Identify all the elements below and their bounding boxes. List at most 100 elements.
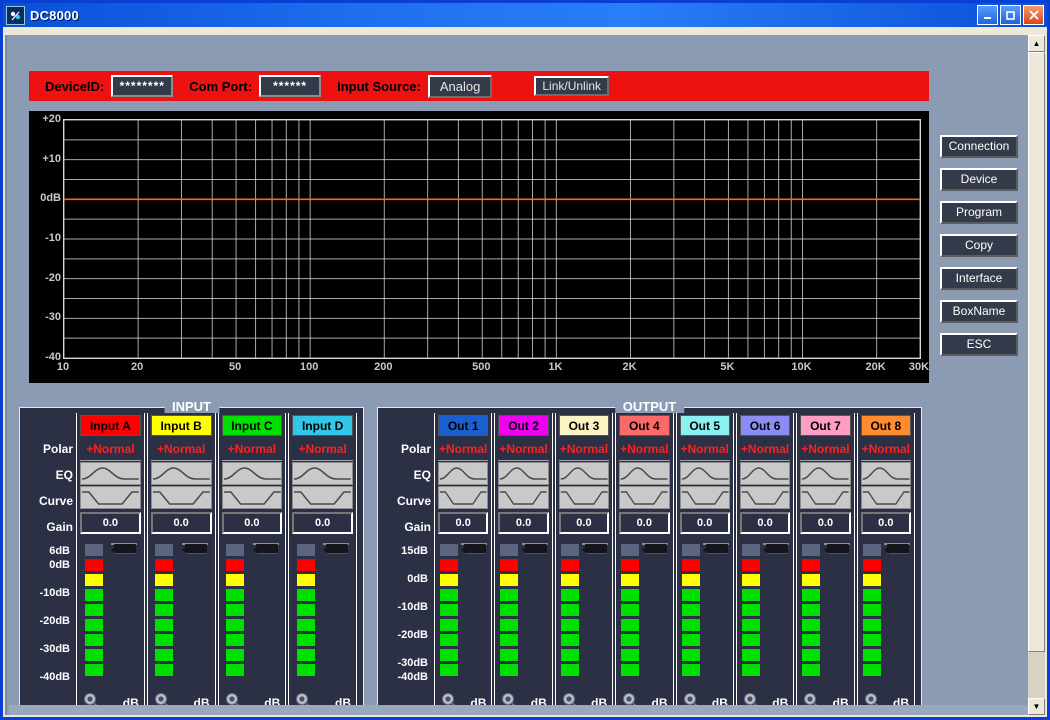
gain-field[interactable]: 0.0 xyxy=(861,512,911,534)
eq-button[interactable] xyxy=(800,462,850,485)
polarity-button[interactable]: +Normal xyxy=(619,438,669,461)
interface-button[interactable]: Interface xyxy=(940,267,1018,290)
fader-knob[interactable] xyxy=(887,544,909,553)
gain-field[interactable]: 0.0 xyxy=(619,512,669,534)
copy-button[interactable]: Copy xyxy=(940,234,1018,257)
fader-track[interactable] xyxy=(522,543,548,545)
polarity-button[interactable]: +Normal xyxy=(498,438,548,461)
fader-knob[interactable] xyxy=(766,544,788,553)
fader-knob[interactable] xyxy=(645,544,667,553)
crossover-curve-button[interactable] xyxy=(800,486,850,509)
frequency-response-graph[interactable]: +20+100dB-10-20-30-40 1020501002005001K2… xyxy=(29,111,929,383)
fader-knob[interactable] xyxy=(827,544,849,553)
eq-button[interactable] xyxy=(740,462,790,485)
crossover-curve-button[interactable] xyxy=(498,486,548,509)
boxname-button[interactable]: BoxName xyxy=(940,300,1018,323)
eq-button[interactable] xyxy=(680,462,730,485)
polarity-button[interactable]: +Normal xyxy=(438,438,488,461)
fader-knob[interactable] xyxy=(525,544,547,553)
gain-field[interactable]: 0.0 xyxy=(800,512,850,534)
crossover-curve-button[interactable] xyxy=(222,486,283,509)
graph-plot-area[interactable] xyxy=(63,119,921,359)
fader-track[interactable] xyxy=(642,543,668,545)
eq-button[interactable] xyxy=(619,462,669,485)
gain-field[interactable]: 0.0 xyxy=(740,512,790,534)
connection-button[interactable]: Connection xyxy=(940,135,1018,158)
crossover-curve-button[interactable] xyxy=(292,486,353,509)
fader-knob[interactable] xyxy=(706,544,728,553)
scroll-down-button[interactable]: ▼ xyxy=(1028,698,1045,715)
polarity-button[interactable]: +Normal xyxy=(800,438,850,461)
crossover-curve-button[interactable] xyxy=(680,486,730,509)
vertical-scrollbar[interactable]: ▲ ▼ xyxy=(1028,35,1045,715)
channel-name-button[interactable]: Input D xyxy=(292,415,353,436)
device-button[interactable]: Device xyxy=(940,168,1018,191)
polarity-button[interactable]: +Normal xyxy=(680,438,730,461)
fader-track[interactable] xyxy=(253,543,279,545)
crossover-curve-button[interactable] xyxy=(619,486,669,509)
fader-track[interactable] xyxy=(461,543,487,545)
device-id-field[interactable]: ******** xyxy=(111,75,173,97)
channel-name-button[interactable]: Out 2 xyxy=(498,415,548,436)
horizontal-scrollbar[interactable] xyxy=(9,705,1028,715)
fader-knob[interactable] xyxy=(585,544,607,553)
channel-name-button[interactable]: Input B xyxy=(151,415,212,436)
eq-button[interactable] xyxy=(80,462,141,485)
polarity-button[interactable]: +Normal xyxy=(740,438,790,461)
gain-field[interactable]: 0.0 xyxy=(151,512,212,534)
polarity-button[interactable]: +Normal xyxy=(861,438,911,461)
eq-button[interactable] xyxy=(151,462,212,485)
crossover-curve-button[interactable] xyxy=(740,486,790,509)
eq-button[interactable] xyxy=(222,462,283,485)
fader-track[interactable] xyxy=(111,543,137,545)
maximize-button[interactable] xyxy=(1000,5,1021,25)
channel-name-button[interactable]: Out 3 xyxy=(559,415,609,436)
fader-knob[interactable] xyxy=(185,544,207,553)
input-source-button[interactable]: Analog xyxy=(428,75,492,98)
polarity-button[interactable]: +Normal xyxy=(292,438,353,461)
fader-track[interactable] xyxy=(824,543,850,545)
crossover-curve-button[interactable] xyxy=(151,486,212,509)
scroll-thumb[interactable] xyxy=(1028,52,1045,652)
scroll-up-button[interactable]: ▲ xyxy=(1028,35,1045,52)
crossover-curve-button[interactable] xyxy=(438,486,488,509)
fader-track[interactable] xyxy=(182,543,208,545)
fader-track[interactable] xyxy=(703,543,729,545)
crossover-curve-button[interactable] xyxy=(559,486,609,509)
eq-button[interactable] xyxy=(292,462,353,485)
fader-knob[interactable] xyxy=(114,544,136,553)
program-button[interactable]: Program xyxy=(940,201,1018,224)
channel-name-button[interactable]: Out 1 xyxy=(438,415,488,436)
channel-name-button[interactable]: Out 4 xyxy=(619,415,669,436)
gain-field[interactable]: 0.0 xyxy=(498,512,548,534)
polarity-button[interactable]: +Normal xyxy=(151,438,212,461)
close-button[interactable] xyxy=(1023,5,1044,25)
crossover-curve-button[interactable] xyxy=(80,486,141,509)
gain-field[interactable]: 0.0 xyxy=(559,512,609,534)
fader-track[interactable] xyxy=(323,543,349,545)
esc-button[interactable]: ESC xyxy=(940,333,1018,356)
polarity-button[interactable]: +Normal xyxy=(222,438,283,461)
fader-track[interactable] xyxy=(763,543,789,545)
gain-field[interactable]: 0.0 xyxy=(80,512,141,534)
polarity-button[interactable]: +Normal xyxy=(80,438,141,461)
crossover-curve-button[interactable] xyxy=(861,486,911,509)
eq-button[interactable] xyxy=(861,462,911,485)
gain-field[interactable]: 0.0 xyxy=(680,512,730,534)
fader-track[interactable] xyxy=(582,543,608,545)
fader-knob[interactable] xyxy=(464,544,486,553)
channel-name-button[interactable]: Input A xyxy=(80,415,141,436)
gain-field[interactable]: 0.0 xyxy=(292,512,353,534)
link-unlink-button[interactable]: Link/Unlink xyxy=(534,76,609,96)
com-port-field[interactable]: ****** xyxy=(259,75,321,97)
eq-button[interactable] xyxy=(438,462,488,485)
polarity-button[interactable]: +Normal xyxy=(559,438,609,461)
minimize-button[interactable] xyxy=(977,5,998,25)
channel-name-button[interactable]: Input C xyxy=(222,415,283,436)
gain-field[interactable]: 0.0 xyxy=(438,512,488,534)
fader-track[interactable] xyxy=(884,543,910,545)
fader-knob[interactable] xyxy=(256,544,278,553)
channel-name-button[interactable]: Out 8 xyxy=(861,415,911,436)
channel-name-button[interactable]: Out 5 xyxy=(680,415,730,436)
channel-name-button[interactable]: Out 7 xyxy=(800,415,850,436)
